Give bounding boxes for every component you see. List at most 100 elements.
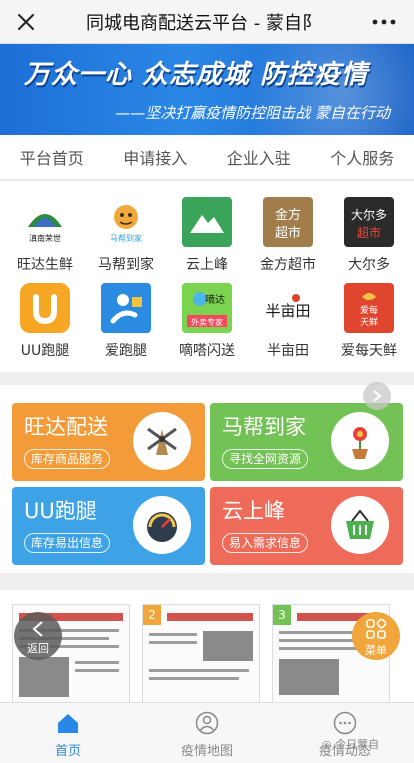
svg-text:爱每: 爱每 <box>360 304 378 316</box>
service-cards: 旺达配送 库存商品服务 马帮到家 寻找全网资源 UU跑腿 库存易出信息 云上峰 … <box>0 385 414 573</box>
bottom-tab-epidemic-map[interactable]: 疫情地图 <box>157 709 257 759</box>
svg-text:滇南荣世: 滇南荣世 <box>29 233 61 243</box>
card-title: 马帮到家 <box>222 415 306 439</box>
text-line <box>149 677 239 680</box>
svg-text:半亩田: 半亩田 <box>265 302 310 320</box>
text-line <box>149 641 197 644</box>
svg-text:金方: 金方 <box>275 207 301 223</box>
tab-platform-home[interactable]: 平台首页 <box>0 145 104 169</box>
wechat-icon: ◎ <box>322 738 332 751</box>
app-label: 大尔多 <box>348 257 390 273</box>
flower-pot-icon <box>331 412 389 470</box>
next-arrow-button[interactable] <box>363 382 391 410</box>
news-photo <box>279 659 339 695</box>
newspaper-thumb-2[interactable]: 2 <box>142 604 260 702</box>
chat-icon <box>331 709 359 737</box>
svg-text:天鲜: 天鲜 <box>360 316 378 328</box>
app-label: 马帮到家 <box>98 257 154 273</box>
headline-bar <box>167 613 253 621</box>
page-title: 同城电商配送云平台 - 蒙自阝 <box>86 12 320 34</box>
chevron-right-icon <box>373 390 382 402</box>
app-label: 半亩田 <box>267 343 309 359</box>
app-item-wangda[interactable]: 滇南荣世 旺达生鲜 <box>4 197 86 274</box>
banmutian-logo-icon: 半亩田 <box>263 283 313 333</box>
menu-button[interactable]: 菜单 <box>352 612 400 660</box>
mountain-icon <box>182 197 232 247</box>
svg-text:超市: 超市 <box>275 225 301 241</box>
back-label: 返回 <box>27 642 49 655</box>
text-line <box>149 669 249 672</box>
basket-icon <box>331 496 389 554</box>
bottom-tab-label: 首页 <box>54 744 81 759</box>
app-item-aimeitianxian[interactable]: 爱每 天鲜 爱每天鲜 <box>328 283 410 360</box>
runner-icon <box>101 283 151 333</box>
chevron-left-icon <box>32 621 43 637</box>
mabang-horse-icon: 马帮到家 <box>101 197 151 247</box>
menu-label: 菜单 <box>365 644 387 657</box>
app-item-daerduo[interactable]: 大尔多 超市 大尔多 <box>328 197 410 274</box>
aimeitianxian-logo-icon: 爱每 天鲜 <box>344 283 394 333</box>
svg-text:马帮到家: 马帮到家 <box>110 233 142 243</box>
app-item-banmutian[interactable]: 半亩田 半亩田 <box>247 283 329 360</box>
page-number-badge: 2 <box>143 605 161 625</box>
watermark-text: 今日蒙自 <box>335 738 380 751</box>
tab-apply-access[interactable]: 申请接入 <box>104 145 208 169</box>
card-uu-errand[interactable]: UU跑腿 库存易出信息 <box>12 487 205 565</box>
card-yunshangfeng[interactable]: 云上峰 易入需求信息 <box>210 487 403 565</box>
page-number-badge: 3 <box>273 605 291 625</box>
dida-logo-icon: 嘀达 外卖专家 <box>182 283 232 333</box>
app-item-aipaotui[interactable]: 爱跑腿 <box>85 283 167 360</box>
app-label: 爱跑腿 <box>105 343 147 359</box>
gauge-icon <box>133 496 191 554</box>
close-button[interactable] <box>0 0 52 44</box>
more-button[interactable] <box>354 0 414 44</box>
windmill-icon <box>133 412 191 470</box>
text-line <box>75 669 119 672</box>
tab-personal-service[interactable]: 个人服务 <box>311 145 414 169</box>
card-mabang-home[interactable]: 马帮到家 寻找全网资源 <box>210 403 403 481</box>
news-photo <box>203 631 253 661</box>
source-watermark: ◎ 今日蒙自 <box>322 736 379 752</box>
app-item-dida[interactable]: 嘀达 外卖专家 嘀嗒闪送 <box>166 283 248 360</box>
news-photo <box>19 657 69 697</box>
app-item-jinfang[interactable]: 金方 超市 金方超市 <box>247 197 329 274</box>
campaign-banner[interactable]: 万众一心 众志成城 防控疫情 ——坚决打赢疫情防控阻击战 蒙自在行动 <box>0 44 414 135</box>
top-nav-bar: 同城电商配送云平台 - 蒙自阝 <box>0 0 414 44</box>
app-item-uu[interactable]: UU跑腿 <box>4 283 86 360</box>
svg-text:嘀达: 嘀达 <box>205 293 225 306</box>
more-dots-icon <box>372 19 396 24</box>
app-root: 同城电商配送云平台 - 蒙自阝 万众一心 众志成城 防控疫情 ——坚决打赢疫情防… <box>0 0 414 763</box>
svg-text:大尔多: 大尔多 <box>351 207 387 222</box>
card-title: UU跑腿 <box>24 499 97 523</box>
card-subtitle: 易入需求信息 <box>222 533 309 553</box>
bottom-tab-bar: 首页 疫情地图 疫情动态 <box>0 702 414 763</box>
app-label: 旺达生鲜 <box>17 257 73 273</box>
card-subtitle: 库存商品服务 <box>24 449 111 469</box>
app-item-yunshangfeng[interactable]: 云上峰 <box>166 197 248 274</box>
text-line <box>149 633 197 636</box>
svg-text:外卖专家: 外卖专家 <box>191 317 223 327</box>
back-button[interactable]: 返回 <box>14 612 62 660</box>
app-grid: 滇南荣世 旺达生鲜 马帮到家 马帮到家 云上峰 金方 超市 金方超市 大尔多 超… <box>0 181 414 372</box>
close-icon <box>18 13 34 30</box>
person-icon <box>193 709 221 737</box>
wangda-logo-icon: 滇南荣世 <box>20 197 70 247</box>
svg-text:超市: 超市 <box>357 225 381 240</box>
app-label: 爱每天鲜 <box>341 343 397 359</box>
bottom-tab-home[interactable]: 首页 <box>18 709 118 759</box>
card-wangda-delivery[interactable]: 旺达配送 库存商品服务 <box>12 403 205 481</box>
section-tabs: 平台首页 申请接入 企业入驻 个人服务 <box>0 135 414 180</box>
app-item-mabang[interactable]: 马帮到家 马帮到家 <box>85 197 167 274</box>
text-line <box>75 661 119 664</box>
card-subtitle: 库存易出信息 <box>24 533 111 553</box>
card-title: 云上峰 <box>222 499 285 523</box>
tab-enterprise-join[interactable]: 企业入驻 <box>207 145 311 169</box>
home-icon <box>54 709 82 737</box>
app-label: 云上峰 <box>186 257 228 273</box>
banner-subline: ——坚决打赢疫情防控阻击战 蒙自在行动 <box>115 104 390 122</box>
grid-menu-icon <box>366 618 387 639</box>
bottom-tab-label: 疫情地图 <box>180 744 233 759</box>
jinfang-logo-icon: 金方 超市 <box>263 197 313 247</box>
app-label: 嘀嗒闪送 <box>179 343 235 359</box>
app-label: 金方超市 <box>260 257 316 273</box>
